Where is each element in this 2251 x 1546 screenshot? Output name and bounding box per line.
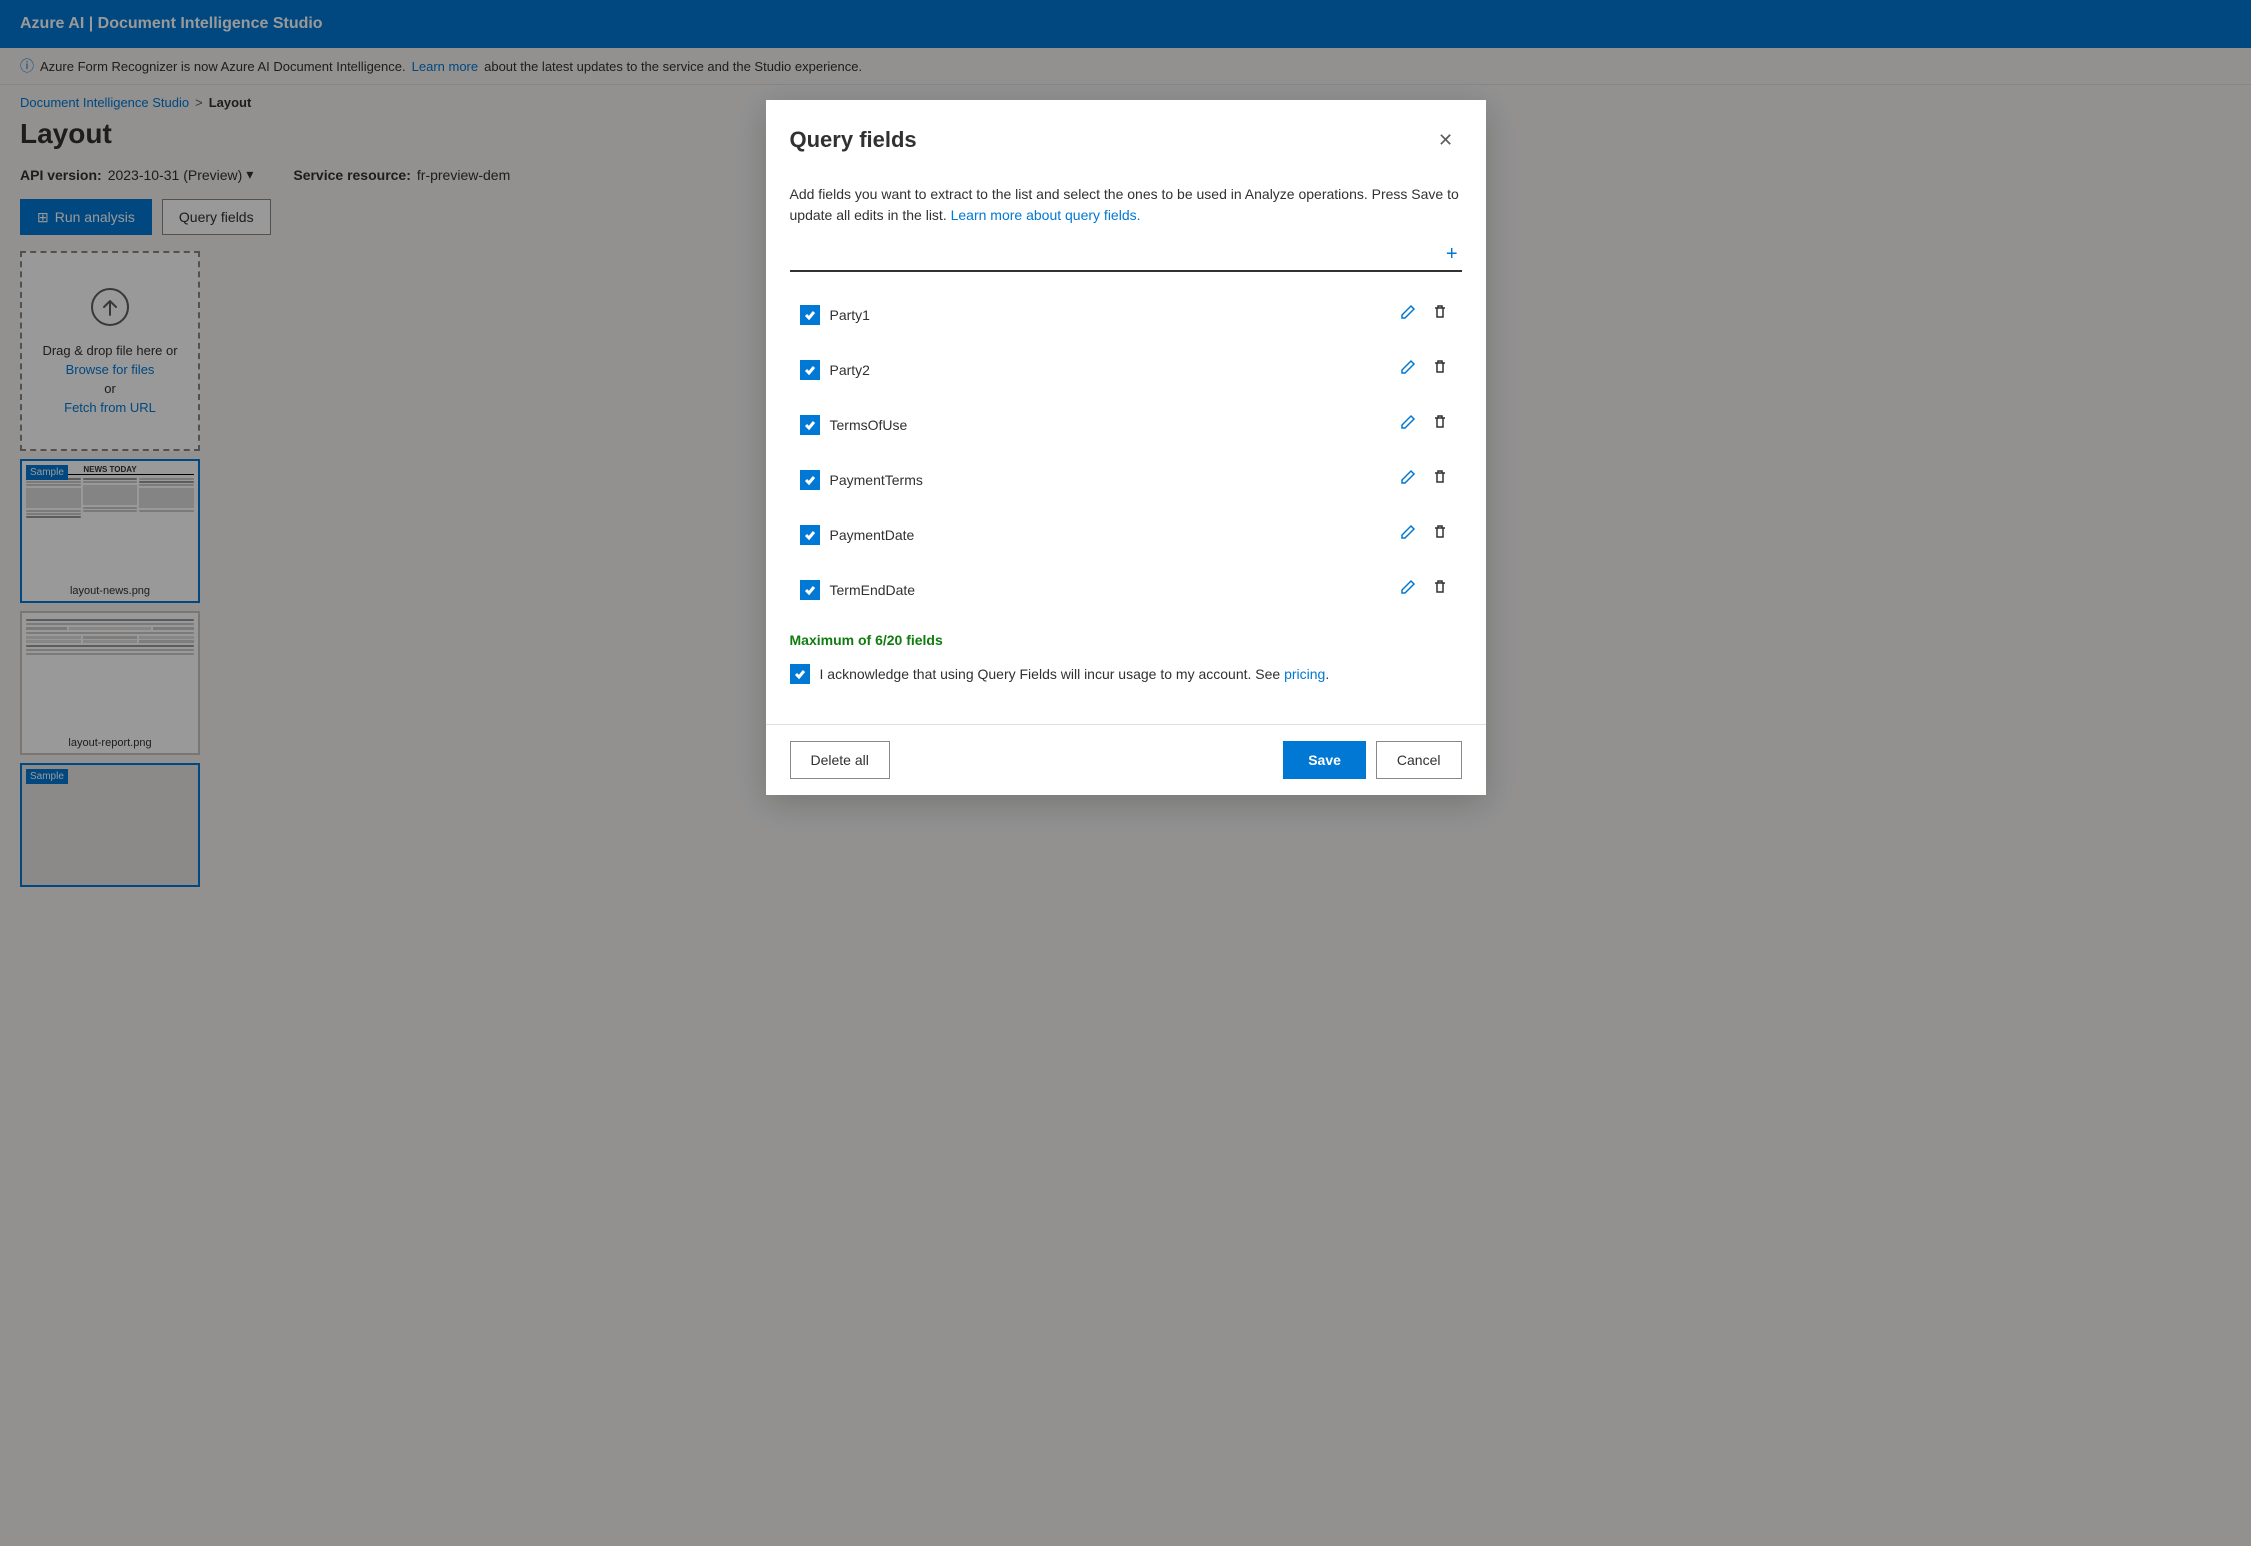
field-name-paymentdate: PaymentDate — [830, 527, 1386, 543]
modal-footer: Delete all Save Cancel — [766, 724, 1486, 795]
field-item-termsofuse: TermsOfUse — [790, 398, 1462, 451]
edit-party1-button[interactable] — [1396, 300, 1420, 329]
max-fields-note: Maximum of 6/20 fields — [790, 632, 1462, 648]
modal-header: Query fields ✕ — [766, 100, 1486, 168]
add-field-input[interactable] — [790, 242, 1442, 266]
field-name-party2: Party2 — [830, 362, 1386, 378]
edit-party2-button[interactable] — [1396, 355, 1420, 384]
cancel-button[interactable]: Cancel — [1376, 741, 1462, 779]
modal-body: Add fields you want to extract to the li… — [766, 168, 1486, 724]
field-actions-party2 — [1396, 355, 1452, 384]
save-button[interactable]: Save — [1283, 741, 1366, 779]
field-checkbox-termenddate[interactable] — [800, 580, 820, 600]
plus-icon: + — [1446, 243, 1458, 265]
field-actions-termenddate — [1396, 575, 1452, 604]
pricing-link[interactable]: pricing — [1284, 666, 1325, 682]
delete-all-button[interactable]: Delete all — [790, 741, 890, 779]
field-checkbox-paymentdate[interactable] — [800, 525, 820, 545]
field-item-party1: Party1 — [790, 288, 1462, 341]
field-name-termsofuse: TermsOfUse — [830, 417, 1386, 433]
acknowledge-text: I acknowledge that using Query Fields wi… — [820, 666, 1330, 682]
delete-paymentterms-button[interactable] — [1428, 465, 1452, 494]
edit-paymentterms-button[interactable] — [1396, 465, 1420, 494]
query-fields-modal: Query fields ✕ Add fields you want to ex… — [766, 100, 1486, 795]
delete-termenddate-button[interactable] — [1428, 575, 1452, 604]
footer-right: Save Cancel — [1283, 741, 1461, 779]
modal-close-button[interactable]: ✕ — [1430, 124, 1462, 156]
acknowledge-row: I acknowledge that using Query Fields wi… — [790, 664, 1462, 684]
field-checkbox-party1[interactable] — [800, 305, 820, 325]
delete-party2-button[interactable] — [1428, 355, 1452, 384]
delete-paymentdate-button[interactable] — [1428, 520, 1452, 549]
delete-party1-button[interactable] — [1428, 300, 1452, 329]
field-checkbox-termsofuse[interactable] — [800, 415, 820, 435]
field-item-paymentdate: PaymentDate — [790, 508, 1462, 561]
field-checkbox-paymentterms[interactable] — [800, 470, 820, 490]
field-item-paymentterms: PaymentTerms — [790, 453, 1462, 506]
fields-list: Party1 — [790, 288, 1462, 616]
modal-overlay: Query fields ✕ Add fields you want to ex… — [0, 0, 2251, 1546]
field-name-termenddate: TermEndDate — [830, 582, 1386, 598]
edit-termsofuse-button[interactable] — [1396, 410, 1420, 439]
edit-paymentdate-button[interactable] — [1396, 520, 1420, 549]
field-item-party2: Party2 — [790, 343, 1462, 396]
field-actions-paymentdate — [1396, 520, 1452, 549]
field-actions-paymentterms — [1396, 465, 1452, 494]
edit-termenddate-button[interactable] — [1396, 575, 1420, 604]
field-actions-termsofuse — [1396, 410, 1452, 439]
field-name-party1: Party1 — [830, 307, 1386, 323]
field-checkbox-party2[interactable] — [800, 360, 820, 380]
delete-termsofuse-button[interactable] — [1428, 410, 1452, 439]
field-actions-party1 — [1396, 300, 1452, 329]
add-field-row: + — [790, 242, 1462, 272]
acknowledge-checkbox[interactable] — [790, 664, 810, 684]
learn-more-query-link[interactable]: Learn more about query fields. — [951, 207, 1141, 223]
modal-title: Query fields — [790, 127, 917, 153]
modal-description: Add fields you want to extract to the li… — [790, 184, 1462, 226]
field-item-termenddate: TermEndDate — [790, 563, 1462, 616]
close-icon: ✕ — [1438, 130, 1453, 151]
field-name-paymentterms: PaymentTerms — [830, 472, 1386, 488]
add-field-button[interactable]: + — [1442, 243, 1462, 266]
